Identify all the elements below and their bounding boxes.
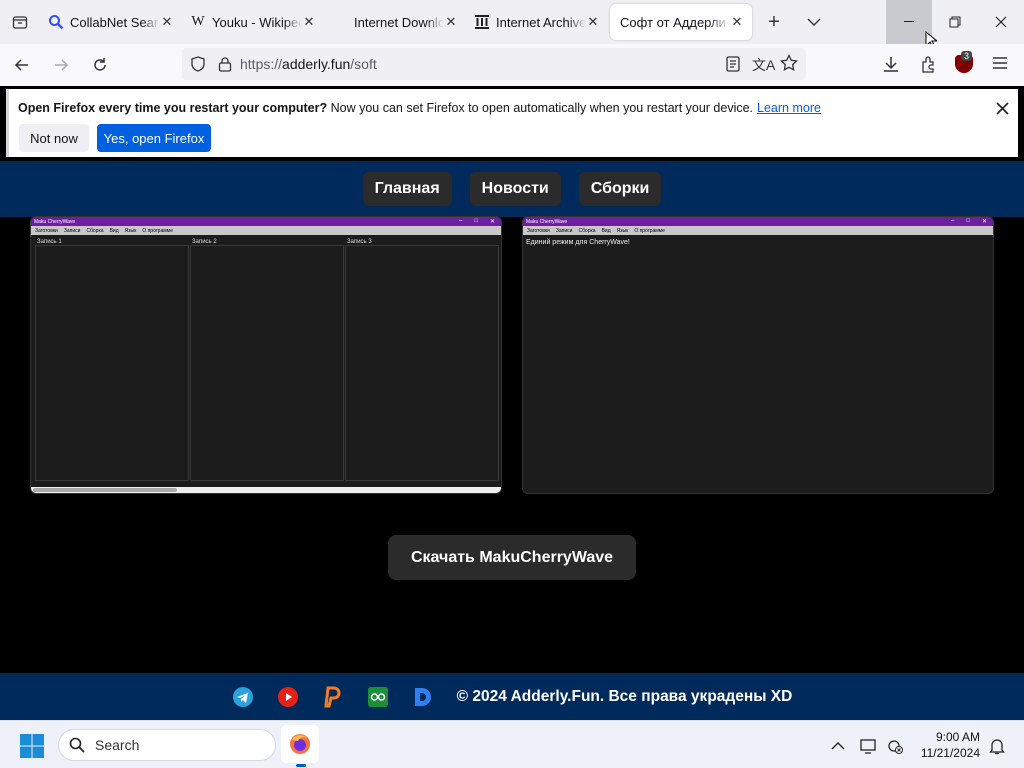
reader-mode-icon[interactable] — [726, 56, 740, 72]
url-text[interactable]: https://adderly.fun/soft — [240, 56, 377, 72]
network-disconnected-icon[interactable] — [884, 735, 906, 757]
screenshot-menu: Заготовки Записи Сборка Вид Язык О программе — [523, 226, 993, 235]
back-button[interactable] — [5, 48, 39, 82]
system-clock[interactable]: 9:00 AM 11/21/2024 — [912, 729, 980, 761]
telegram-icon[interactable] — [232, 686, 254, 708]
clock-time: 9:00 AM — [935, 730, 980, 744]
nav-news[interactable]: Новости — [469, 172, 561, 206]
display-icon[interactable] — [858, 735, 880, 757]
tab-title: Internet Archive — [496, 14, 586, 30]
close-tab-icon[interactable]: ✕ — [586, 14, 600, 29]
learn-more-link[interactable]: Learn more — [757, 101, 821, 115]
footer-copyright: © 2024 Adderly.Fun. Все права украдены X… — [456, 687, 793, 705]
close-tab-icon[interactable]: ✕ — [160, 14, 174, 29]
firefox-view-icon[interactable] — [0, 0, 40, 44]
tab-internet-download[interactable]: Internet Download ✕ — [324, 4, 466, 40]
close-icon — [995, 16, 1007, 28]
windows-start-icon[interactable] — [19, 733, 45, 759]
tab-title: Софт от Аддерли — [620, 14, 726, 30]
d-logo-icon[interactable] — [412, 686, 434, 708]
nav-builds[interactable]: Сборки — [578, 172, 662, 206]
app-screenshot-1: Maku CherryWave – □ ✕ Заготовки Записи Сборка… — [30, 216, 502, 494]
extension-badge: 3 — [961, 51, 973, 61]
tab-collabnet-searx[interactable]: CollabNet SearX ✕ — [40, 4, 182, 40]
screenshot-column — [35, 245, 189, 481]
close-icon[interactable] — [993, 99, 1011, 117]
active-app-indicator — [296, 764, 306, 767]
screenshot-scrollbar — [31, 487, 501, 493]
close-window-button[interactable] — [978, 0, 1024, 44]
search-icon — [69, 737, 85, 753]
notification-message: Open Firefox every time you restart your… — [18, 101, 821, 115]
tab-title: CollabNet SearX — [70, 14, 160, 30]
close-tab-icon[interactable]: ✕ — [302, 14, 316, 29]
youtube-icon[interactable] — [277, 686, 299, 708]
tab-internet-archive[interactable]: Internet Archive ✕ — [466, 4, 608, 40]
screenshot-column — [345, 245, 499, 481]
extensions-icon[interactable] — [920, 55, 938, 73]
close-tab-icon[interactable]: ✕ — [730, 14, 744, 29]
tab-title: Internet Download — [354, 14, 444, 30]
shield-icon[interactable] — [190, 56, 206, 72]
forward-button[interactable] — [44, 48, 78, 82]
screenshot-menu: Заготовки Записи Сборка Вид Язык О программе — [31, 226, 501, 235]
close-tab-icon[interactable]: ✕ — [444, 14, 458, 29]
reload-button[interactable] — [83, 48, 117, 82]
open-firefox-button[interactable]: Yes, open Firefox — [97, 124, 211, 152]
screenshot-text: Единий режим для CherryWave! — [526, 239, 630, 246]
search-label: Search — [95, 737, 140, 753]
wikipedia-icon: W — [191, 14, 205, 29]
list-all-tabs-button[interactable] — [794, 0, 834, 44]
chevron-down-icon — [807, 18, 821, 26]
app-screenshot-2: Maku CherryWave – □ ✕ Заготовки Записи Сборка… — [522, 216, 994, 494]
site-header: Главная Новости Сборки — [0, 161, 1024, 217]
windows-taskbar: Search 9:00 AM 11/21/2024 — [0, 720, 1024, 768]
new-tab-button[interactable]: + — [754, 0, 794, 44]
screenshot-titlebar: Maku CherryWave – □ ✕ — [31, 217, 501, 226]
chevron-up-icon[interactable] — [827, 735, 849, 757]
default-browser-notification: Open Firefox every time you restart your… — [6, 89, 1018, 157]
notification-bell-icon[interactable] — [986, 735, 1008, 757]
firefox-taskbar-icon[interactable] — [281, 725, 319, 763]
bookmark-star-icon[interactable] — [780, 54, 798, 72]
download-icon[interactable] — [882, 55, 900, 73]
restore-icon — [949, 16, 961, 28]
search-icon — [48, 14, 64, 30]
tab-title: Youku - Wikipedia — [212, 14, 302, 30]
translate-icon[interactable]: 文A — [752, 55, 775, 75]
not-now-button[interactable]: Not now — [19, 124, 89, 152]
arrow-right-icon — [55, 59, 69, 71]
screenshot-titlebar: Maku CherryWave – □ ✕ — [523, 217, 993, 226]
blank-page-icon — [332, 14, 348, 30]
tab-bar: CollabNet SearX ✕ W Youku - Wikipedia ✕ … — [0, 0, 1024, 44]
taskbar-search[interactable]: Search — [58, 729, 276, 761]
clock-date: 11/21/2024 — [920, 746, 980, 760]
nav-home[interactable]: Главная — [362, 172, 452, 206]
tab-adderly-soft[interactable]: Софт от Аддерли ✕ — [610, 4, 752, 40]
tab-youku-wikipedia[interactable]: W Youku - Wikipedia ✕ — [182, 4, 324, 40]
gamepad-icon[interactable] — [367, 686, 389, 708]
boosty-icon[interactable] — [322, 686, 344, 708]
site-footer: © 2024 Adderly.Fun. Все права украдены X… — [0, 673, 1024, 720]
minimize-icon — [904, 21, 914, 22]
url-bar[interactable]: https://adderly.fun/soft 文A — [182, 48, 806, 80]
screenshot-column — [190, 245, 344, 481]
download-button[interactable]: Скачать MakuCherryWave — [388, 535, 636, 580]
menu-icon[interactable] — [992, 56, 1008, 70]
reload-icon — [94, 58, 106, 71]
archive-icon — [474, 14, 490, 30]
lock-icon[interactable] — [218, 56, 232, 72]
restore-button[interactable] — [932, 0, 978, 44]
arrow-left-icon — [14, 59, 28, 71]
